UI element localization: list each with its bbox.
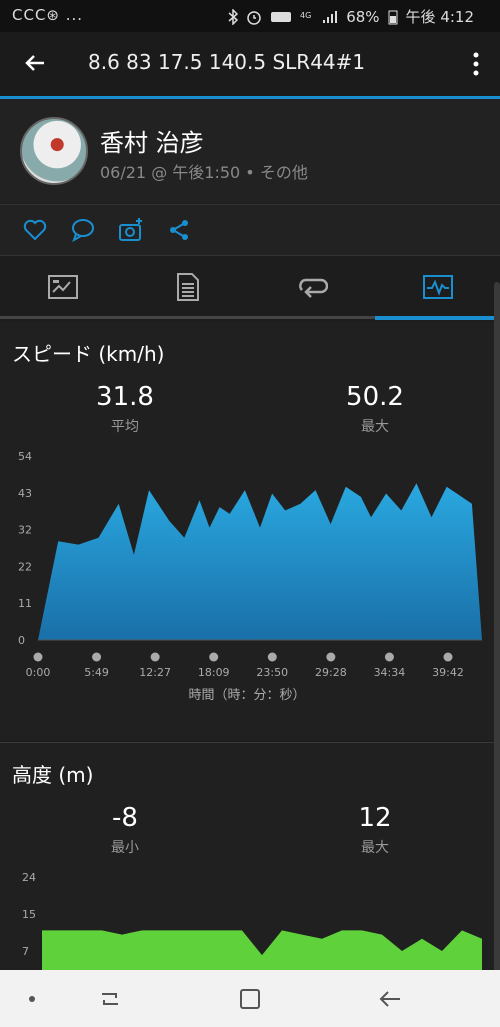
altitude-card: 高度 (m) -8 最小 12 最大 24 15 7 — [0, 742, 494, 971]
heart-icon[interactable] — [22, 217, 48, 243]
battery-icon — [388, 10, 398, 24]
system-nav-bar — [0, 970, 500, 1027]
speed-ytick: 54 — [18, 450, 32, 463]
tab-charts[interactable] — [375, 256, 500, 318]
speed-card: スピード (km/h) 31.8 平均 50.2 最大 54 43 32 22 11 0 0… — [0, 322, 494, 740]
speed-xtick-dot — [267, 652, 277, 662]
scrollbar[interactable] — [494, 282, 500, 982]
speed-xlabel: 時間（時：分：秒） — [188, 688, 306, 703]
share-icon[interactable] — [166, 217, 192, 243]
action-bar — [0, 204, 500, 256]
recents-icon[interactable] — [96, 986, 124, 1012]
tab-details[interactable] — [125, 256, 250, 318]
speed-xtick: 23:50 — [256, 666, 288, 679]
activity-datetime: 06/21 @ 午後1:50 • その他 — [100, 163, 308, 182]
speed-area-series — [38, 483, 482, 640]
altitude-ytick: 15 — [22, 908, 36, 921]
speed-xtick: 0:00 — [26, 666, 51, 679]
tab-bar — [0, 256, 500, 318]
status-bar: CCC⊛ ... 4G 68% 午後 4:12 — [0, 0, 500, 32]
speed-ytick: 0 — [18, 634, 25, 647]
speed-xtick: 39:42 — [432, 666, 464, 679]
laps-icon — [298, 278, 328, 298]
speed-xtick: 5:49 — [84, 666, 109, 679]
status-time: 午後 4:12 — [405, 8, 474, 26]
back-icon[interactable] — [376, 986, 404, 1012]
speed-ytick: 32 — [18, 524, 32, 537]
profile-header: 香村 治彦 06/21 @ 午後1:50 • その他 — [0, 99, 500, 203]
comment-icon[interactable] — [70, 217, 96, 243]
speed-chart: 54 43 32 22 11 0 0:00 5:49 12:27 18:09 23:50 29:28 3… — [18, 450, 482, 679]
speed-ytick: 43 — [18, 487, 32, 500]
app-bar: 8.6 83 17.5 140.5 SLR44#1 — [0, 32, 500, 96]
speed-xtick-dot — [33, 652, 43, 662]
speed-xtick: 34:34 — [374, 666, 406, 679]
chart-icon — [422, 275, 453, 299]
speed-ytick: 11 — [18, 597, 32, 610]
altitude-ytick: 7 — [22, 945, 29, 958]
activity-title: 8.6 83 17.5 140.5 SLR44#1 — [88, 50, 366, 74]
speed-xtick-dot — [209, 652, 219, 662]
alarm-icon — [247, 10, 261, 25]
speed-xtick-dot — [384, 652, 394, 662]
back-arrow-icon[interactable] — [20, 48, 50, 78]
user-name[interactable]: 香村 治彦 — [100, 123, 204, 158]
status-right-group: 4G 68% 午後 4:12 — [228, 6, 474, 27]
details-icon — [176, 273, 199, 301]
speed-xtick-dot — [443, 652, 453, 662]
tab-summary[interactable] — [0, 256, 125, 318]
bluetooth-icon — [228, 8, 239, 25]
dot-icon[interactable] — [18, 986, 46, 1012]
speed-xtick: 12:27 — [139, 666, 171, 679]
add-photo-icon[interactable] — [118, 217, 144, 243]
speed-ytick: 22 — [18, 560, 32, 573]
tab-laps[interactable] — [250, 256, 375, 318]
network-4g-icon: 4G — [300, 11, 311, 20]
speed-xtick: 29:28 — [315, 666, 347, 679]
altitude-chart: 24 15 7 — [22, 871, 482, 971]
volte-icon — [271, 11, 292, 22]
tab-selected-indicator — [375, 316, 500, 320]
battery-percent: 68% — [346, 7, 380, 26]
status-notification-icons: CCC⊛ ... — [12, 6, 84, 24]
summary-icon — [47, 275, 78, 299]
svg-text:4G: 4G — [300, 11, 311, 20]
speed-xtick-dot — [92, 652, 102, 662]
speed-xtick: 18:09 — [198, 666, 230, 679]
altitude-area-series — [42, 930, 482, 971]
speed-xtick-dot — [326, 652, 336, 662]
avatar[interactable] — [20, 117, 88, 185]
speed-xtick-dot — [150, 652, 160, 662]
altitude-ytick: 24 — [22, 871, 36, 884]
home-icon[interactable] — [236, 986, 264, 1012]
more-options-icon[interactable] — [470, 50, 482, 78]
signal-icon — [323, 10, 338, 23]
